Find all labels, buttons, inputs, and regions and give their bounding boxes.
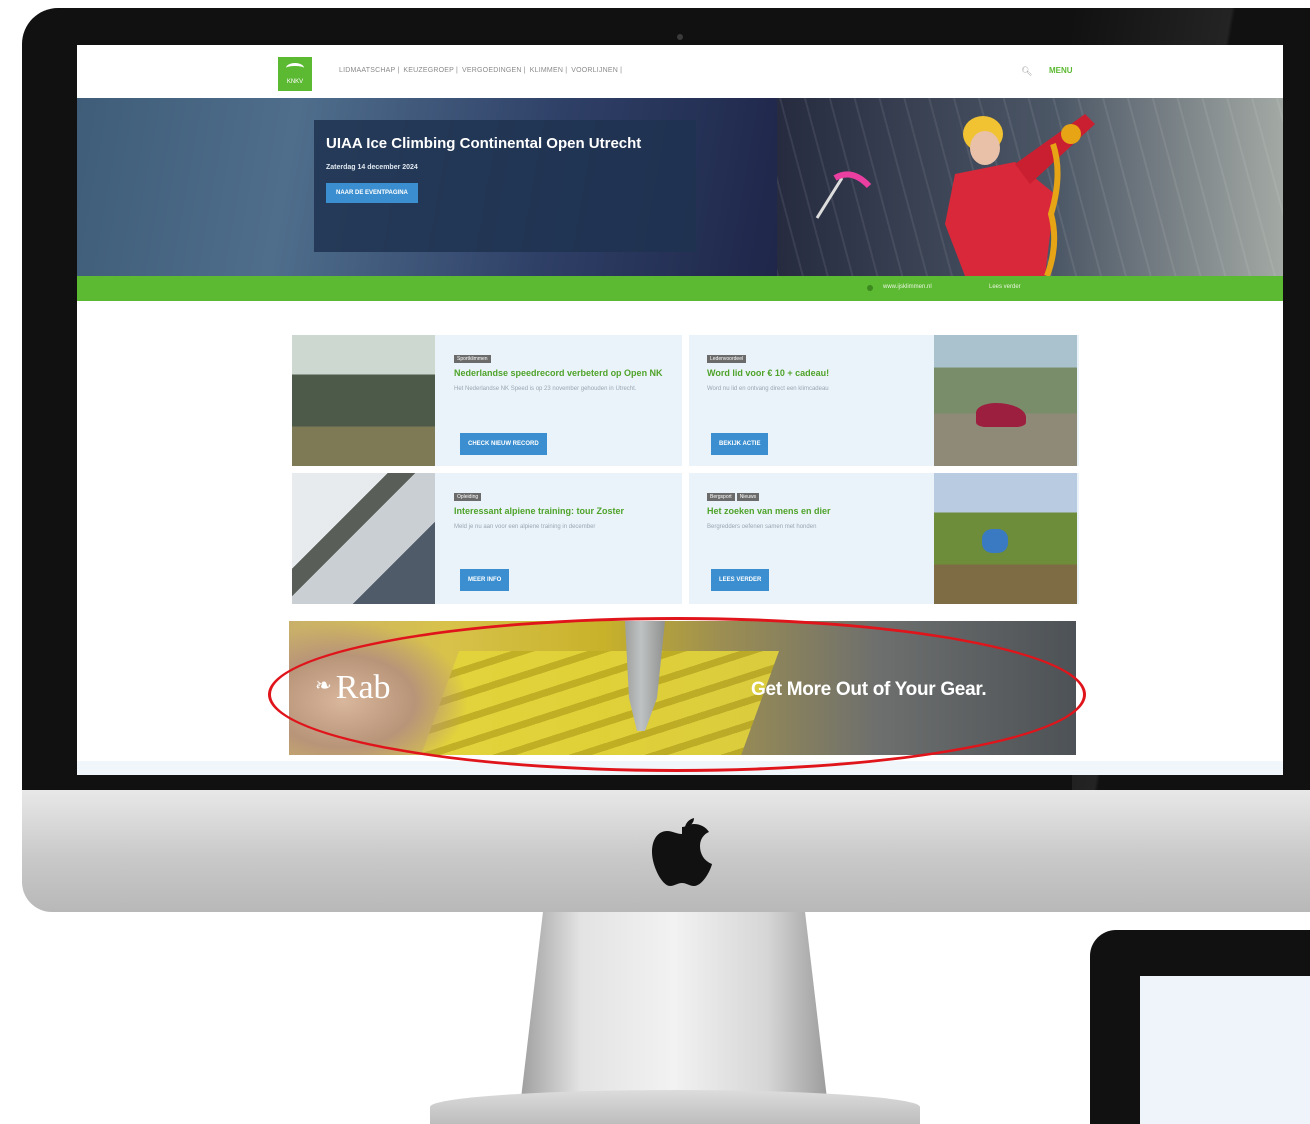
news-card[interactable]: Bergsport Nieuws Het zoeken van mens en d… (689, 473, 1079, 604)
card-tag: Nieuws (736, 493, 760, 501)
imac-stand-base (430, 1090, 920, 1124)
annotation-ellipse (268, 617, 1086, 772)
camera-icon (677, 34, 683, 40)
mockup-stage: KNKV LIDMAATSCHAP | KEUZEGROEP | VERGOED… (0, 0, 1310, 1124)
nav-item-keuzegroep[interactable]: KEUZEGROEP | (403, 67, 458, 74)
card-description: Meld je nu aan voor een alpiene training… (454, 524, 596, 530)
card-photo-rescue (934, 473, 1077, 604)
hero-date: Zaterdag 14 december 2024 (326, 164, 418, 171)
mountain-icon (286, 63, 304, 73)
event-page-button[interactable]: NAAR DE EVENTPAGINA (326, 183, 418, 203)
card-text: Sportklimmen Nederlandse speedrecord ver… (454, 347, 682, 394)
card-tag: Sportklimmen (454, 355, 491, 363)
climber-image (945, 114, 1095, 276)
card-tag: Opleiding (454, 493, 482, 501)
card-description: Het Nederlandse NK Speed is op 23 novemb… (454, 386, 637, 392)
search-icon[interactable]: 🔍︎ (1021, 66, 1032, 76)
news-card[interactable]: Ledenvoordeel Word lid voor € 10 + cadea… (689, 335, 1079, 466)
card-description: Word nu lid en ontvang direct een klimca… (707, 386, 829, 392)
bullet-icon (867, 285, 873, 291)
logo-text: KNKV (286, 79, 304, 85)
card-button[interactable]: CHECK NIEUW RECORD (460, 433, 547, 455)
rescue-dog-image (982, 529, 1008, 553)
card-text: Ledenvoordeel Word lid voor € 10 + cadea… (707, 347, 937, 394)
greenbar-link-readmore[interactable]: Lees verder (989, 284, 1021, 290)
main-nav: LIDMAATSCHAP | KEUZEGROEP | VERGOEDINGEN… (339, 67, 622, 74)
site-header: KNKV LIDMAATSCHAP | KEUZEGROEP | VERGOED… (77, 45, 1283, 98)
card-text: Bergsport Nieuws Het zoeken van mens en d… (707, 485, 937, 532)
site-logo[interactable]: KNKV (278, 57, 312, 91)
hero-info-box: UIAA Ice Climbing Continental Open Utrec… (314, 120, 696, 252)
card-button[interactable]: LEES VERDER (711, 569, 770, 591)
card-tag: Ledenvoordeel (707, 355, 747, 363)
apple-logo-icon (652, 818, 712, 886)
card-tag: Bergsport (707, 493, 735, 501)
second-device-screen (1140, 976, 1310, 1124)
menu-button[interactable]: MENU (1049, 66, 1073, 75)
card-title[interactable]: Interessant alpiene training: tour Zoste… (454, 505, 682, 517)
card-button[interactable]: BEKIJK ACTIE (711, 433, 769, 455)
news-card[interactable]: Sportklimmen Nederlandse speedrecord ver… (292, 335, 682, 466)
greenbar-link-website[interactable]: www.ijsklimmen.nl (883, 284, 932, 290)
card-photo-group (292, 335, 435, 466)
hero-banner: UIAA Ice Climbing Continental Open Utrec… (77, 98, 1283, 276)
climbing-shoes-image (976, 403, 1026, 427)
nav-item-lidmaatschap[interactable]: LIDMAATSCHAP | (339, 67, 399, 74)
card-photo-alpine (292, 473, 435, 604)
card-title[interactable]: Nederlandse speedrecord verbeterd op Ope… (454, 367, 682, 379)
card-title[interactable]: Word lid voor € 10 + cadeau! (707, 367, 937, 379)
green-info-bar: www.ijsklimmen.nl Lees verder (77, 276, 1283, 301)
card-button[interactable]: MEER INFO (460, 569, 510, 591)
card-text: Opleiding Interessant alpiene training: … (454, 485, 682, 532)
ice-axe-icon (815, 171, 872, 219)
card-photo-shoes (934, 335, 1077, 466)
nav-item-klimmen[interactable]: KLIMMEN | (530, 67, 567, 74)
nav-item-vergoedingen[interactable]: VERGOEDINGEN | (462, 67, 526, 74)
hero-title: UIAA Ice Climbing Continental Open Utrec… (326, 135, 642, 152)
nav-item-voorlijnen[interactable]: VOORLIJNEN | (571, 67, 622, 74)
card-description: Bergredders oefenen samen met honden (707, 524, 817, 530)
news-card[interactable]: Opleiding Interessant alpiene training: … (292, 473, 682, 604)
card-title[interactable]: Het zoeken van mens en dier (707, 505, 937, 517)
